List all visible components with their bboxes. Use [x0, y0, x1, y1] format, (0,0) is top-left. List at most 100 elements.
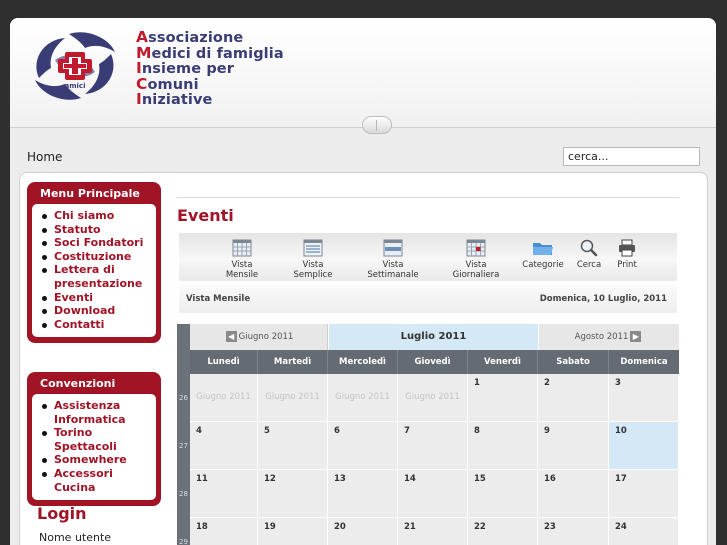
menu-item[interactable]: Download	[40, 304, 152, 318]
menu-item[interactable]: Contatti	[40, 318, 152, 332]
vista-giornaliera-button[interactable]: Vista Giornaliera	[441, 239, 511, 280]
search-input[interactable]	[563, 147, 700, 166]
weekday-header-row: Lunedì Martedì Mercoledì Giovedì Venerdì…	[177, 350, 679, 374]
site-name-line: Insieme per	[136, 59, 234, 77]
day-cell[interactable]: 23	[538, 518, 609, 545]
week-number[interactable]: 26	[177, 374, 190, 422]
vista-mensile-button[interactable]: Vista Mensile	[215, 239, 269, 280]
weekday-header: Giovedì	[398, 350, 468, 374]
menu-item[interactable]: Eventi	[40, 291, 152, 305]
content-area: Menu Principale Chi siamo Statuto Soci F…	[19, 172, 708, 545]
calendar-grid: Lunedì Martedì Mercoledì Giovedì Venerdì…	[177, 350, 679, 545]
convenzioni-list: Assistenza Informatica Torino Spettacoli…	[40, 399, 152, 494]
toolbar-label: Vista Giornaliera	[452, 260, 500, 280]
day-cell[interactable]: 24	[609, 518, 679, 545]
categorie-button[interactable]: Categorie	[520, 239, 566, 270]
weekday-header: Martedì	[258, 350, 328, 374]
day-cell[interactable]: 3	[609, 374, 679, 422]
list-icon	[303, 239, 323, 257]
today-cell[interactable]: 10	[609, 422, 679, 470]
day-cell[interactable]: Giugno 2011	[398, 374, 468, 422]
day-cell[interactable]: 17	[609, 470, 679, 518]
divider	[177, 197, 679, 198]
current-date-label: Domenica, 10 Luglio, 2011	[539, 294, 667, 304]
header-toggle-knob[interactable]	[362, 116, 392, 134]
convenzioni-item[interactable]: Accessori Cucina	[40, 467, 152, 494]
vista-settimanale-button[interactable]: Vista Settimanale	[357, 239, 429, 280]
day-cell[interactable]: Giugno 2011	[328, 374, 398, 422]
week-row: 26 Giugno 2011 Giugno 2011 Giugno 2011 G…	[177, 374, 679, 422]
logo-emblem-icon[interactable]: amici	[25, 30, 125, 102]
day-cell[interactable]: 6	[328, 422, 398, 470]
weekday-header: Mercoledì	[328, 350, 398, 374]
convenzioni-item[interactable]: Assistenza Informatica	[40, 399, 152, 426]
calendar-month-icon	[232, 239, 252, 257]
convenzioni-module: Convenzioni Assistenza Informatica Torin…	[27, 372, 161, 507]
day-cell[interactable]: Giugno 2011	[190, 374, 258, 422]
day-cell[interactable]: 5	[258, 422, 328, 470]
prev-month-link[interactable]: ◀ Giugno 2011	[190, 324, 328, 350]
cerca-button[interactable]: Cerca	[574, 239, 604, 270]
site-name-line: Comuni	[136, 74, 199, 93]
toolbar-label: Categorie	[522, 260, 564, 270]
site-name-line: Medici di famiglia	[136, 43, 284, 62]
day-cell[interactable]: 20	[328, 518, 398, 545]
site-name[interactable]: Associazione Medici di famiglia Insieme …	[136, 29, 284, 108]
current-month-label: Luglio 2011	[329, 324, 538, 350]
toolbar-label: Print	[617, 260, 637, 270]
day-cell[interactable]: 16	[538, 470, 609, 518]
day-cell[interactable]: 4	[190, 422, 258, 470]
convenzioni-item[interactable]: Torino Spettacoli	[40, 426, 152, 453]
day-cell[interactable]: Giugno 2011	[258, 374, 328, 422]
page-title: Eventi	[177, 206, 234, 225]
day-cell[interactable]: 15	[468, 470, 538, 518]
menu-item[interactable]: Chi siamo	[40, 209, 152, 223]
print-button[interactable]: Print	[612, 239, 642, 270]
week-row: 28 11 12 13 14 15 16 17	[177, 470, 679, 518]
home-link[interactable]: Home	[27, 150, 62, 164]
week-number[interactable]: 27	[177, 422, 190, 470]
arrow-right-icon: ▶	[630, 331, 642, 342]
day-cell[interactable]: 21	[398, 518, 468, 545]
vista-semplice-button[interactable]: Vista Semplice	[283, 239, 343, 280]
week-number[interactable]: 29	[177, 518, 190, 545]
day-cell[interactable]: 18	[190, 518, 258, 545]
page: amici Associazione Medici di famiglia In…	[10, 18, 716, 545]
site-name-line: Iniziative	[136, 90, 213, 108]
calendar-nav: ◀ Giugno 2011 Luglio 2011 Agosto 2011 ▶	[177, 324, 679, 350]
arrow-left-icon: ◀	[225, 331, 237, 342]
day-cell[interactable]: 7	[398, 422, 468, 470]
menu-item[interactable]: Costituzione	[40, 250, 152, 264]
day-cell[interactable]: 1	[468, 374, 538, 422]
day-cell[interactable]: 14	[398, 470, 468, 518]
menu-item[interactable]: Lettera di presentazione	[40, 263, 152, 290]
convenzioni-item[interactable]: Somewhere	[40, 453, 152, 467]
day-cell[interactable]: 22	[468, 518, 538, 545]
day-cell[interactable]: 2	[538, 374, 609, 422]
menu-item[interactable]: Statuto	[40, 223, 152, 237]
calendar-day-icon	[466, 239, 486, 257]
next-month-link[interactable]: Agosto 2011 ▶	[539, 324, 679, 350]
calendar-week-icon	[383, 239, 403, 257]
login-title: Login	[37, 504, 87, 523]
day-cell[interactable]: 11	[190, 470, 258, 518]
toolbar-label: Vista Settimanale	[367, 260, 419, 280]
day-cell[interactable]: 12	[258, 470, 328, 518]
folder-icon	[533, 243, 553, 255]
events-toolbar: Vista Mensile Vista Semplice Vista Setti…	[179, 233, 677, 281]
day-cell[interactable]: 9	[538, 422, 609, 470]
weekday-header: Lunedì	[190, 350, 258, 374]
week-row: 27 4 5 6 7 8 9 10	[177, 422, 679, 470]
day-cell[interactable]: 8	[468, 422, 538, 470]
menu-principale-list: Chi siamo Statuto Soci Fondatori Costitu…	[40, 209, 152, 331]
menu-item[interactable]: Soci Fondatori	[40, 236, 152, 250]
day-cell[interactable]: 19	[258, 518, 328, 545]
toolbar-label: Vista Semplice	[293, 260, 333, 280]
logo-badge-text: amici	[65, 82, 86, 90]
week-number[interactable]: 28	[177, 470, 190, 518]
weekday-header: Venerdì	[468, 350, 538, 374]
weekday-header: Domenica	[609, 350, 679, 374]
day-cell[interactable]: 13	[328, 470, 398, 518]
menu-principale-module: Menu Principale Chi siamo Statuto Soci F…	[27, 182, 161, 344]
breadcrumb-bar: Home	[10, 138, 716, 172]
